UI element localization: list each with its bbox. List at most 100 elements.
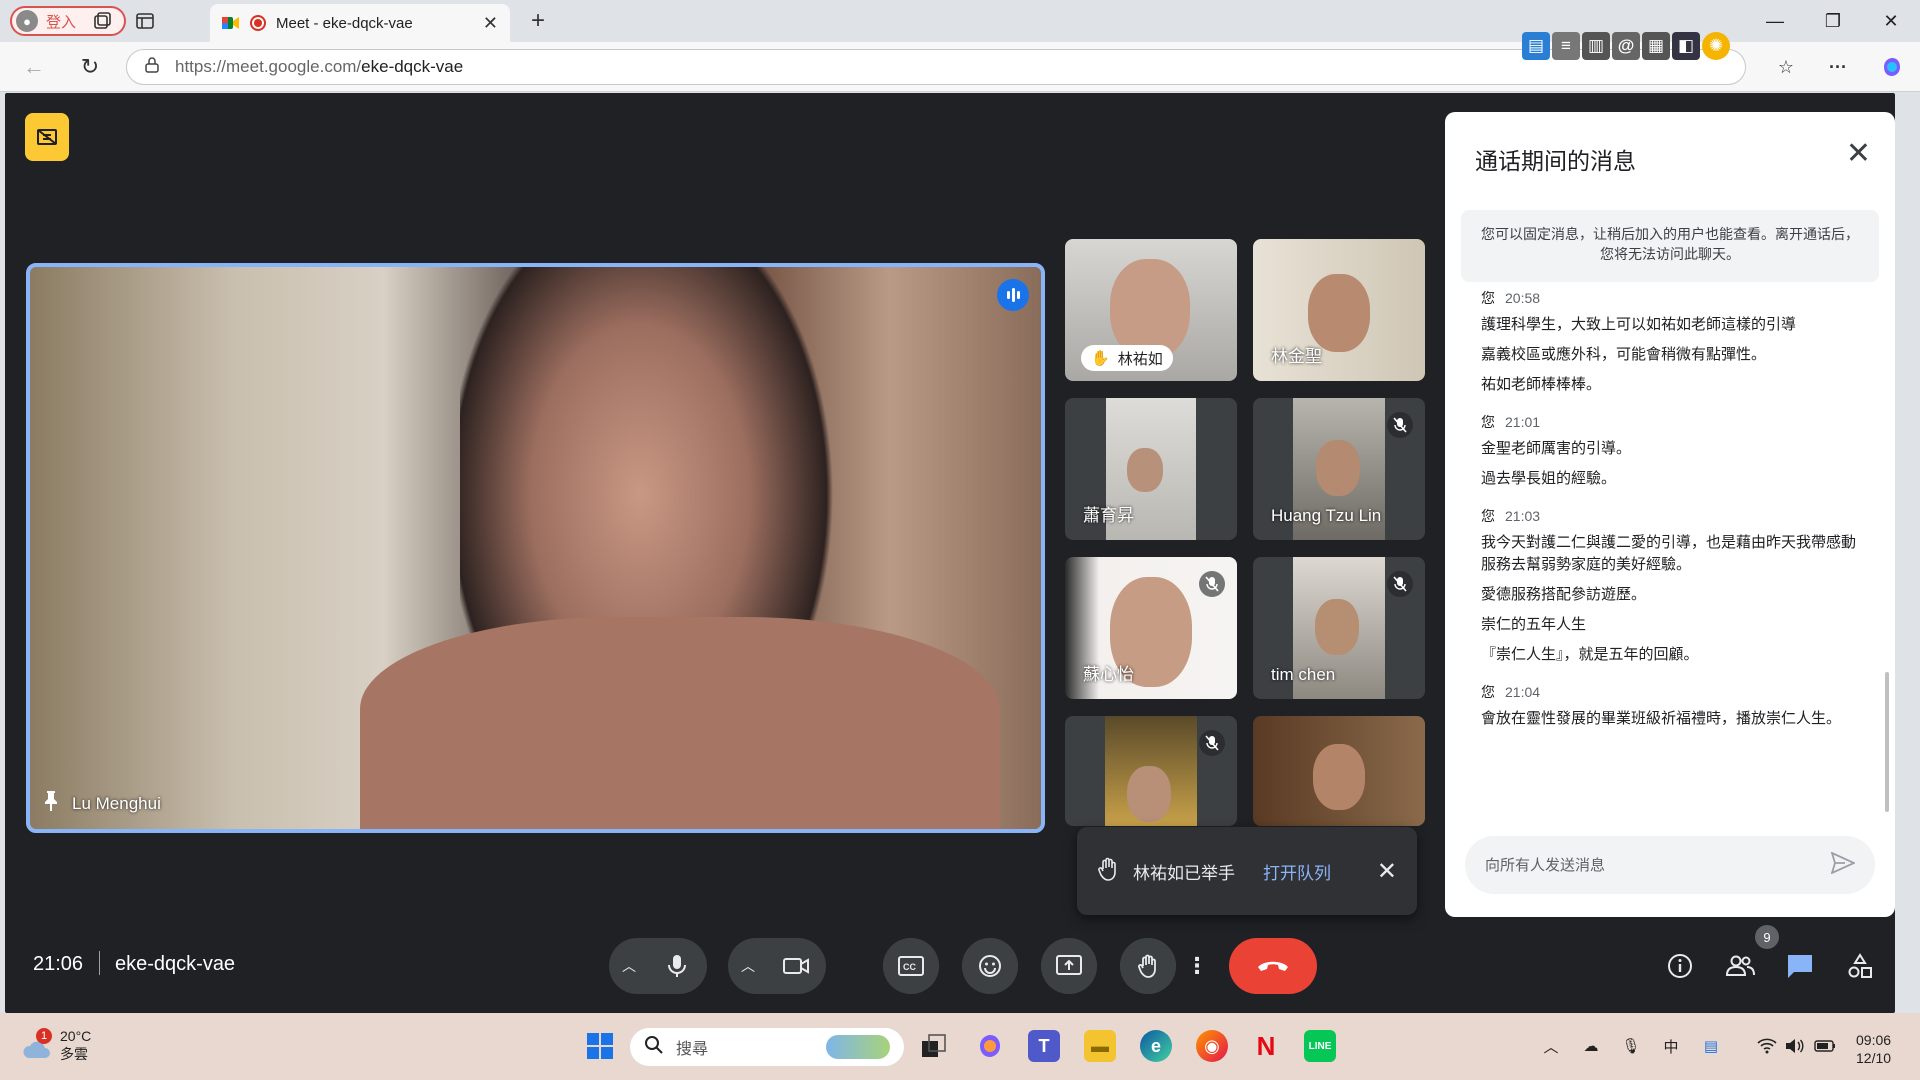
participant-tile[interactable]: tim chen [1253,557,1425,699]
emoji-icon [962,938,1018,994]
chat-icon[interactable] [1779,945,1821,987]
message-time: 21:04 [1505,684,1541,700]
weather-alert-badge: 1 [36,1028,52,1044]
address-bar[interactable]: https://meet.google.com/eke-dqck-vae [126,49,1746,85]
pin-icon[interactable] [42,790,60,817]
more-options-button[interactable]: ⋮ [1177,938,1217,994]
file-explorer-icon[interactable]: ▬ [1084,1030,1116,1062]
chat-scrollbar[interactable] [1885,672,1889,812]
microphone-tray-icon[interactable]: 🎙 [1620,1035,1642,1057]
line-icon[interactable]: LINE [1304,1030,1336,1062]
extension-1-icon[interactable]: ▤ [1522,32,1550,60]
reload-icon[interactable]: ↻ [76,53,104,81]
reactions-button[interactable] [962,938,1018,994]
participant-tile[interactable]: Huang Tzu Lin [1253,398,1425,540]
chat-panel-title: 通话期间的消息 [1475,148,1636,174]
participant-tile[interactable]: ✋ 林祐如 [1065,239,1237,381]
participant-tile[interactable] [1253,716,1425,826]
tab-title: Meet - eke-dqck-vae [276,14,413,32]
volume-icon[interactable] [1784,1035,1806,1057]
captions-button[interactable]: CC [883,938,939,994]
open-queue-link[interactable]: 打开队列 [1263,859,1331,884]
extension-6-icon[interactable]: ◧ [1672,32,1700,60]
extension-7-icon[interactable]: ✺ [1702,32,1730,60]
video-off-badge[interactable] [25,113,69,161]
tab-close-icon[interactable]: ✕ [483,13,498,34]
window-close-icon[interactable]: ✕ [1868,8,1914,34]
more-vert-icon: ⋮ [1186,953,1208,978]
recording-icon [250,15,266,31]
chat-message-group: 您 21:04 會放在靈性發展的畢業班級祈福禮時，播放崇仁人生。 [1481,682,1861,730]
mic-off-icon [1387,412,1413,438]
edge-icon[interactable]: e [1140,1030,1172,1062]
more-menu-icon[interactable]: ··· [1824,53,1852,81]
activities-icon[interactable] [1839,945,1881,987]
message-text: 『崇仁人生』，就是五年的回顧。 [1481,646,1699,663]
message-text: 過去學長姐的經驗。 [1481,470,1617,487]
search-placeholder: 搜尋 [676,1041,709,1058]
favorites-icon[interactable]: ☆ [1772,53,1800,81]
back-icon[interactable]: ← [20,53,48,81]
lock-icon [145,56,159,78]
present-button[interactable] [1041,938,1097,994]
message-sender: 您 [1481,684,1495,700]
new-tab-icon[interactable]: + [524,7,552,35]
participant-tile[interactable] [1065,716,1237,826]
minimize-icon[interactable]: — [1752,8,1798,34]
camera-options-caret-icon[interactable]: ︿ [728,938,768,994]
netflix-icon[interactable]: N [1250,1030,1282,1062]
people-icon[interactable] [1719,945,1761,987]
participant-video [1110,259,1190,359]
workspaces-icon[interactable] [88,7,116,35]
taskbar-search[interactable]: 搜尋 [630,1028,904,1066]
tab-actions-icon[interactable] [131,7,159,35]
url-path: eke-dqck-vae [361,57,464,76]
ime-toolbar-icon[interactable]: ▤ [1700,1035,1722,1057]
weather-widget[interactable]: 1 20°C 多雲 [22,1027,91,1063]
chat-message-input[interactable] [1485,856,1831,874]
extension-3-icon[interactable]: ▥ [1582,32,1610,60]
cloud-sync-icon[interactable]: ☁ [1580,1035,1602,1057]
chat-notice: 您可以固定消息，让稍后加入的用户也能查看。离开通话后，您将无法访问此聊天。 [1461,210,1879,282]
tab-meet[interactable]: Meet - eke-dqck-vae ✕ [210,4,510,42]
toast-close-icon[interactable]: ✕ [1377,857,1397,886]
message-sender: 您 [1481,414,1495,430]
camera-control-group: ︿ [728,938,826,994]
participant-tile[interactable]: 蘇心怡 [1065,557,1237,699]
teams-icon[interactable]: T [1028,1030,1060,1062]
hand-raised-toast: 林祐如已举手 打开队列 ✕ [1077,827,1417,915]
extension-2-icon[interactable]: ≡ [1552,32,1580,60]
wifi-icon[interactable] [1756,1035,1778,1057]
message-meta: 您 21:04 [1481,682,1861,702]
message-text: 崇仁的五年人生 [1481,616,1587,633]
tray-overflow-icon[interactable]: ︿ [1540,1035,1562,1057]
chat-panel-close-icon[interactable]: ✕ [1846,136,1871,171]
camera-button[interactable] [768,938,824,994]
battery-icon[interactable] [1814,1035,1836,1057]
start-icon[interactable] [584,1030,616,1062]
profile-avatar-icon: ● [16,10,38,32]
send-icon[interactable] [1830,850,1857,879]
system-clock[interactable]: 09:06 12/10 [1856,1031,1891,1067]
leave-call-button[interactable] [1229,938,1317,994]
raise-hand-button[interactable] [1120,938,1176,994]
weather-description: 多雲 [60,1046,88,1062]
task-view-icon[interactable] [918,1030,950,1062]
clock-date: 12/10 [1856,1050,1892,1066]
participant-face [1127,448,1163,492]
message-time: 20:58 [1505,290,1541,306]
participant-tile[interactable]: 林金聖 [1253,239,1425,381]
copilot-icon[interactable] [1878,53,1906,81]
mic-button[interactable] [649,938,705,994]
maximize-icon[interactable]: ❐ [1810,8,1856,34]
firefox-icon[interactable]: ◉ [1196,1030,1228,1062]
hand-raised-icon [1097,857,1119,886]
extension-5-icon[interactable]: ▦ [1642,32,1670,60]
participant-tile[interactable]: 蕭育昇 [1065,398,1237,540]
meeting-info-icon[interactable] [1659,945,1701,987]
main-speaker-tile[interactable]: Lu Menghui [26,263,1045,833]
input-method-icon[interactable]: 中 [1660,1035,1682,1057]
extension-4-icon[interactable]: @ [1612,32,1640,60]
copilot-taskbar-icon[interactable] [974,1030,1006,1062]
mic-options-caret-icon[interactable]: ︿ [609,938,649,994]
